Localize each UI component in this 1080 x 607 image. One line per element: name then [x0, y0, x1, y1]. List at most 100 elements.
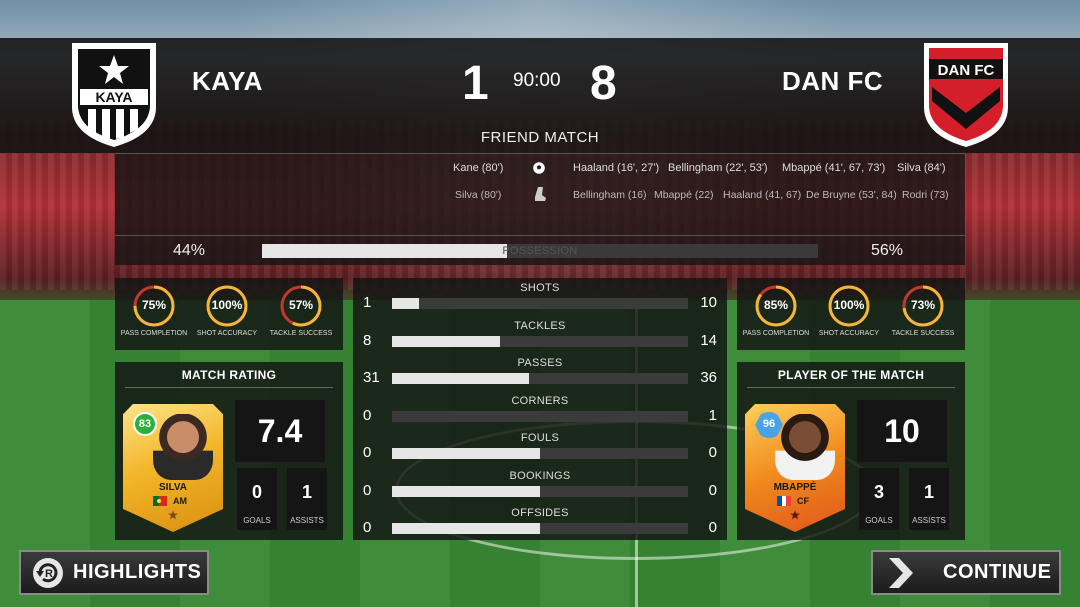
- stat-label: OFFSIDES: [511, 507, 569, 519]
- gauge-value: 85%: [763, 298, 789, 312]
- possession-bar: POSSESSION: [262, 244, 818, 258]
- assists-value: 1: [923, 482, 934, 502]
- gauge-value: 73%: [910, 298, 936, 312]
- home-team-name: KAYA: [192, 66, 263, 96]
- match-type: FRIEND MATCH: [480, 129, 600, 146]
- home-goal-scorers: Kane (80'): [453, 162, 504, 174]
- match-clock: 90:00: [513, 70, 561, 91]
- stat-home-value: 8: [363, 331, 372, 349]
- away-crest-text: DAN FC: [938, 62, 995, 79]
- home-score: 1: [462, 57, 489, 110]
- player-portrait: [153, 414, 213, 480]
- player-name: SILVA: [159, 482, 187, 493]
- stat-label: TACKLES: [514, 319, 566, 332]
- stat-bar: [392, 298, 688, 309]
- goals-value: 0: [251, 482, 262, 502]
- away-assist-1: Bellingham (16): [573, 189, 647, 201]
- stat-label: SHOTS: [520, 282, 560, 294]
- player-card-silva[interactable]: 83 SILVA AM: [123, 404, 223, 532]
- player-rating: 10: [857, 400, 947, 462]
- stat-label: BOOKINGS: [509, 469, 571, 482]
- goals-label: GOALS: [865, 516, 893, 525]
- star-icon: [168, 510, 178, 520]
- player-position: AM: [173, 496, 187, 506]
- away-goal-scorer-4: Silva (84'): [897, 162, 946, 174]
- goals-box: 0 GOALS: [237, 468, 277, 530]
- boot-icon: [535, 187, 546, 201]
- home-possession: 44%: [173, 242, 206, 259]
- away-goal-scorer-2: Bellingham (22', 53'): [668, 162, 768, 174]
- stat-away-value: 10: [700, 294, 717, 311]
- stat-bar: [392, 335, 688, 347]
- stat-label: PASSES: [517, 357, 563, 369]
- assists-value: 1: [301, 482, 312, 502]
- chevron-right-icon: [889, 557, 913, 588]
- svg-text:R: R: [45, 568, 53, 580]
- france-flag-icon: [777, 496, 791, 506]
- away-assist-4: De Bruyne (53', 84): [806, 189, 897, 201]
- player-card-mbappe[interactable]: 96 MBAPPÉ CF: [745, 404, 845, 532]
- portugal-flag-icon: [153, 496, 167, 506]
- stat-bar-fill: [392, 448, 540, 459]
- away-goal-scorer-1: Haaland (16', 27'): [573, 162, 660, 174]
- away-gauges-panel: 85% PASS COMPLETION 100% SHOT ACCURACY 73% TA…: [737, 278, 965, 350]
- match-rating-panel: MATCH RATING 83 SILVA AM 7.4 0 GOALS 1 A…: [115, 362, 343, 540]
- away-assist-3: Haaland (41, 67): [723, 189, 802, 201]
- goals-value: 3: [873, 482, 884, 502]
- stat-away-value: 0: [708, 444, 717, 461]
- stat-away-value: 0: [708, 519, 717, 536]
- gauge-label: SHOT ACCURACY: [818, 330, 880, 337]
- divider: [747, 387, 955, 388]
- stat-bar-fill: [392, 298, 419, 309]
- stat-away-value: 0: [708, 481, 717, 499]
- stat-bar: [392, 373, 688, 384]
- stat-bar: [392, 448, 688, 459]
- stat-home-value: 0: [363, 519, 372, 536]
- home-crest-text: KAYA: [95, 89, 132, 105]
- home-gauges-panel: 75% PASS COMPLETION 100% SHOT ACCURACY 57% TA…: [115, 278, 343, 350]
- gauge-value: 100%: [211, 298, 243, 312]
- star-icon: [790, 510, 800, 520]
- football-icon: [532, 161, 546, 175]
- stat-home-value: 0: [363, 481, 372, 499]
- possession-label: POSSESSION: [502, 245, 578, 257]
- player-rating: 7.4: [235, 400, 325, 462]
- gauge-value: 100%: [833, 298, 865, 312]
- away-score: 8: [590, 57, 617, 110]
- stat-away-value: 36: [700, 369, 717, 386]
- goals-label: GOALS: [243, 516, 271, 525]
- match-rating-title: MATCH RATING: [181, 368, 277, 382]
- stat-label: CORNERS: [511, 394, 569, 407]
- player-of-match-title: PLAYER OF THE MATCH: [777, 368, 925, 382]
- home-assists: Silva (80'): [455, 189, 502, 201]
- gauge-value: 75%: [141, 298, 167, 312]
- stat-away-value: 14: [700, 331, 717, 349]
- gauge-label: TACKLE SUCCESS: [269, 330, 333, 337]
- stat-label: FOULS: [520, 432, 560, 444]
- stat-bar: [392, 523, 688, 534]
- stat-bar-fill: [392, 373, 529, 384]
- goals-box: 3 GOALS: [859, 468, 899, 530]
- continue-label: CONTINUE: [943, 561, 1052, 583]
- highlights-button[interactable]: R HIGHLIGHTS: [19, 550, 209, 595]
- team-stats-panel: SHOTS 1 10 TACKLES 8 14 PASSES 31 36 CORNERS 0 1 FOU…: [353, 278, 727, 540]
- stat-bar-fill: [392, 335, 500, 347]
- continue-button[interactable]: CONTINUE: [871, 550, 1061, 595]
- away-goal-scorer-3: Mbappé (41', 67, 73'): [782, 162, 886, 174]
- stat-bar-fill: [392, 523, 540, 534]
- gauge-label: TACKLE SUCCESS: [891, 330, 955, 337]
- replay-icon: R: [33, 557, 63, 588]
- away-possession: 56%: [871, 242, 904, 259]
- player-portrait: [775, 414, 835, 480]
- stat-bar-fill: [392, 485, 540, 497]
- player-name: MBAPPÉ: [773, 482, 817, 493]
- stat-home-value: 31: [363, 369, 380, 386]
- gauge-value: 57%: [288, 298, 314, 312]
- stat-home-value: 1: [363, 294, 372, 311]
- stat-home-value: 0: [363, 444, 372, 461]
- assists-label: ASSISTS: [290, 516, 324, 525]
- divider: [125, 387, 333, 388]
- away-assist-2: Mbappé (22): [654, 189, 714, 201]
- gauge-label: PASS COMPLETION: [120, 330, 188, 337]
- assists-label: ASSISTS: [912, 516, 946, 525]
